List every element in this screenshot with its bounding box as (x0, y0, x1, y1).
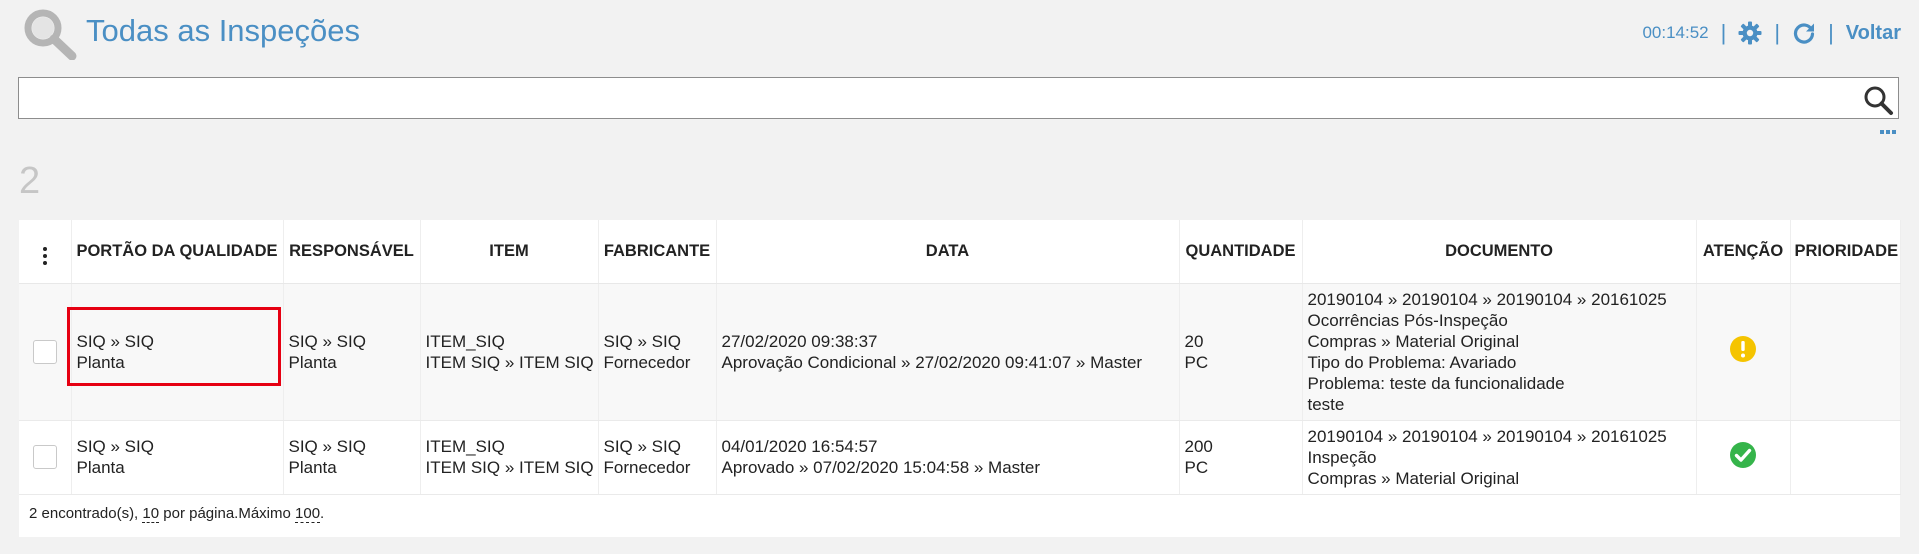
header-item[interactable]: ITEM (420, 220, 599, 284)
documento-line: Inspeção (1307, 447, 1377, 467)
found-count-text: 2 encontrado(s), (29, 505, 139, 522)
cell-portao: SIQ » SIQ Planta (71, 283, 284, 421)
data-status: Aprovação Condicional » 27/02/2020 09:41… (721, 352, 1143, 372)
row-select-cell (19, 420, 72, 495)
fabricante-name: SIQ » SIQ (603, 437, 681, 456)
more-options-icon[interactable] (1880, 128, 1896, 136)
inspections-table: PORTÃO DA QUALIDADE RESPONSÁVEL ITEM FAB… (19, 220, 1901, 537)
refresh-icon (1794, 23, 1815, 44)
portao-site: Planta (76, 352, 125, 372)
search-bar (18, 77, 1899, 119)
header-toolbar: 00:14:52 | | | Voltar (1642, 20, 1901, 46)
item-code: ITEM_SIQ (425, 331, 505, 351)
cell-documento: 20190104 » 20190104 » 20190104 » 2016102… (1302, 283, 1697, 421)
documento-line: 20190104 » 20190104 » 20190104 » 2016102… (1307, 426, 1667, 446)
header-atencao[interactable]: ATENÇÃO (1696, 220, 1791, 284)
responsavel-name: SIQ » SIQ (288, 331, 366, 351)
pagination-info: 2 encontrado(s), 10 por página.Máximo 10… (29, 505, 325, 523)
kebab-menu-icon[interactable] (42, 247, 47, 266)
page-title: Todas as Inspeções (86, 13, 361, 48)
separator: | (1828, 20, 1834, 45)
documento-line: Compras » Material Original (1307, 331, 1520, 351)
session-clock: 00:14:52 (1642, 23, 1709, 42)
cell-item: ITEM_SIQ ITEM SIQ » ITEM SIQ (420, 283, 599, 421)
header-data[interactable]: DATA (716, 220, 1180, 284)
fabricante-name: SIQ » SIQ (603, 331, 681, 351)
responsavel-site: Planta (288, 458, 337, 477)
responsavel-site: Planta (288, 352, 337, 372)
cell-atencao (1696, 283, 1791, 421)
item-name: ITEM SIQ » ITEM SIQ (425, 352, 594, 372)
separator: | (1774, 20, 1781, 45)
header-documento[interactable]: DOCUMENTO (1302, 220, 1697, 284)
cell-item: ITEM_SIQ ITEM SIQ » ITEM SIQ (420, 420, 599, 495)
per-page-selector[interactable]: 10 (142, 505, 160, 523)
cell-atencao (1696, 420, 1791, 495)
page-header: Todas as Inspeções 00:14:52 | | | Voltar (0, 0, 1919, 70)
header-prioridade[interactable]: PRIORIDADE (1790, 220, 1901, 284)
magnifier-icon (24, 9, 77, 60)
documento-line: teste (1307, 394, 1345, 414)
cell-responsavel: SIQ » SIQ Planta (283, 283, 421, 421)
warning-icon (1730, 336, 1756, 362)
per-page-text: por página.Máximo (163, 505, 291, 522)
data-date: 27/02/2020 09:38:37 (721, 331, 878, 351)
max-selector[interactable]: 100 (295, 505, 321, 523)
portao-name: SIQ » SIQ (76, 331, 154, 351)
search-icon[interactable] (1862, 84, 1894, 116)
gear-icon (1738, 21, 1762, 45)
result-count: 2 (19, 160, 41, 202)
cell-portao: SIQ » SIQ Planta (71, 420, 284, 495)
item-code: ITEM_SIQ (425, 437, 505, 456)
fabricante-type: Fornecedor (603, 352, 691, 372)
header-quantidade[interactable]: QUANTIDADE (1179, 220, 1303, 284)
table-row[interactable]: SIQ » SIQ Planta SIQ » SIQ Planta ITEM_S… (19, 420, 1901, 495)
data-date: 04/01/2020 16:54:57 (721, 437, 878, 456)
settings-button[interactable] (1738, 21, 1762, 45)
cell-responsavel: SIQ » SIQ Planta (283, 420, 421, 495)
row-checkbox[interactable] (32, 445, 57, 469)
documento-line: Problema: teste da funcionalidade (1307, 373, 1565, 393)
documento-line: 20190104 » 20190104 » 20190104 » 2016102… (1307, 289, 1667, 309)
portao-site: Planta (76, 458, 125, 477)
table-row[interactable]: SIQ » SIQ Planta SIQ » SIQ Planta ITEM_S… (19, 283, 1901, 421)
item-name: ITEM SIQ » ITEM SIQ (425, 458, 594, 477)
documento-line: Ocorrências Pós-Inspeção (1307, 310, 1508, 330)
responsavel-name: SIQ » SIQ (288, 437, 366, 456)
cell-prioridade (1790, 420, 1901, 495)
header-responsavel[interactable]: RESPONSÁVEL (283, 220, 421, 284)
cell-fabricante: SIQ » SIQ Fornecedor (598, 283, 717, 421)
back-button[interactable]: Voltar (1846, 22, 1901, 45)
fabricante-type: Fornecedor (603, 458, 691, 477)
cell-quantidade: 200 PC (1179, 420, 1303, 495)
check-circle-icon (1730, 441, 1756, 468)
header-fabricante[interactable]: FABRICANTE (598, 220, 717, 284)
cell-data: 27/02/2020 09:38:37 Aprovação Condiciona… (716, 283, 1180, 421)
row-select-cell (19, 283, 72, 421)
column-menu-header[interactable] (19, 220, 72, 284)
portao-name: SIQ » SIQ (76, 437, 154, 456)
cell-fabricante: SIQ » SIQ Fornecedor (598, 420, 717, 495)
quantidade-unit: PC (1184, 458, 1209, 477)
quantidade-value: 20 (1184, 331, 1204, 351)
cell-prioridade (1790, 283, 1901, 421)
cell-quantidade: 20 PC (1179, 283, 1303, 421)
cell-data: 04/01/2020 16:54:57 Aprovado » 07/02/202… (716, 420, 1180, 495)
separator: | (1720, 20, 1727, 45)
cell-documento: 20190104 » 20190104 » 20190104 » 2016102… (1302, 420, 1697, 495)
documento-line: Tipo do Problema: Avariado (1307, 352, 1517, 372)
refresh-button[interactable] (1792, 21, 1816, 45)
table-header-row: PORTÃO DA QUALIDADE RESPONSÁVEL ITEM FAB… (19, 220, 1901, 284)
row-checkbox[interactable] (32, 339, 57, 364)
header-portao[interactable]: PORTÃO DA QUALIDADE (71, 220, 284, 284)
quantidade-value: 200 (1184, 437, 1213, 456)
documento-line: Compras » Material Original (1307, 468, 1520, 488)
quantidade-unit: PC (1184, 352, 1209, 372)
search-input[interactable] (25, 82, 1859, 116)
data-status: Aprovado » 07/02/2020 15:04:58 » Master (721, 458, 1041, 477)
footer-end: . (320, 505, 325, 522)
